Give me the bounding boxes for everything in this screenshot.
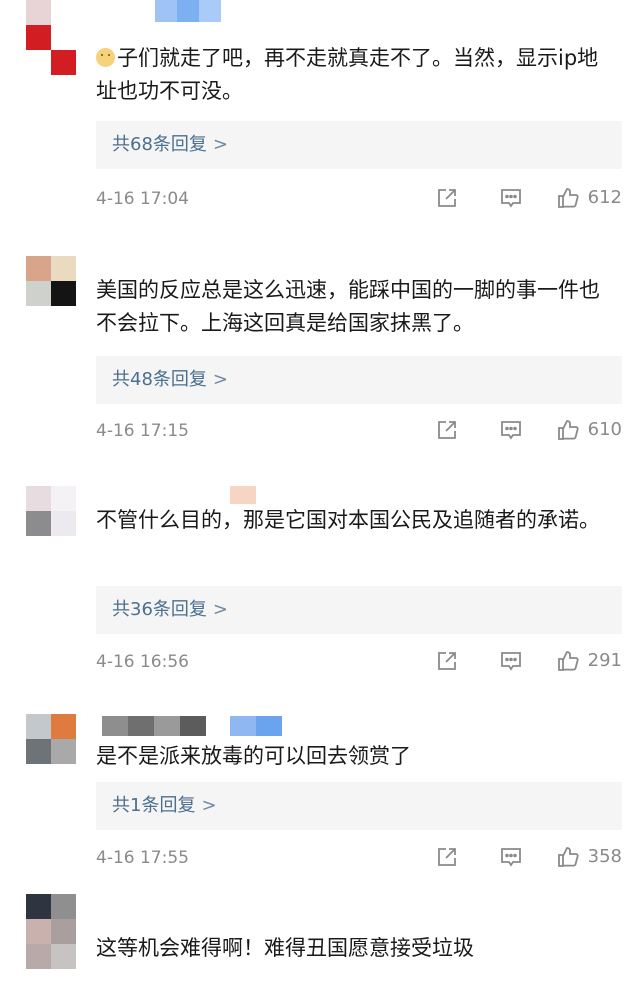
avatar-pixel bbox=[51, 894, 76, 919]
avatar[interactable] bbox=[26, 486, 76, 536]
avatar-pixel bbox=[26, 511, 51, 536]
timestamp: 4-16 17:04 bbox=[96, 189, 189, 209]
comment-icon[interactable] bbox=[499, 845, 523, 869]
reply-box[interactable]: 共68条回复 > bbox=[96, 121, 622, 169]
view-replies-link[interactable]: 共36条回复 > bbox=[112, 598, 228, 622]
chevron-right-icon: > bbox=[212, 599, 228, 620]
timestamp: 4-16 16:56 bbox=[96, 652, 189, 672]
avatar-pixel bbox=[26, 714, 51, 739]
avatar-pixel bbox=[26, 739, 51, 764]
like-count: 610 bbox=[587, 419, 622, 440]
avatar-pixel bbox=[51, 281, 76, 306]
avatar-pixel bbox=[26, 486, 51, 511]
share-icon[interactable] bbox=[435, 649, 459, 673]
reply-box[interactable]: 共36条回复 > bbox=[96, 586, 622, 634]
avatar[interactable] bbox=[26, 714, 76, 764]
avatar-pixel bbox=[26, 919, 51, 944]
reply-count: 共36条回复 bbox=[112, 599, 207, 620]
action-bar: 610 bbox=[435, 418, 622, 442]
avatar[interactable] bbox=[26, 0, 76, 50]
thumbs-up-icon[interactable] bbox=[556, 649, 580, 673]
comment-text-content: 子们就走了吧，再不走就真走不了。当然，显示ip地址也功不可没。 bbox=[96, 46, 599, 103]
reply-count: 共48条回复 bbox=[112, 369, 207, 390]
share-icon[interactable] bbox=[435, 186, 459, 210]
view-replies-link[interactable]: 共68条回复 > bbox=[112, 133, 228, 157]
like-count: 358 bbox=[587, 846, 622, 867]
comment-text: 不管什么目的，那是它国对本国公民及追随者的承诺。 bbox=[96, 508, 600, 532]
avatar-pixel bbox=[26, 281, 51, 306]
thumbs-up-icon[interactable] bbox=[556, 845, 580, 869]
avatar-pixel bbox=[51, 256, 76, 281]
avatar-pixel bbox=[26, 256, 51, 281]
avatar-pixel bbox=[26, 894, 51, 919]
action-bar: 358 bbox=[435, 845, 622, 869]
reply-box[interactable]: 共1条回复 > bbox=[96, 782, 622, 830]
avatar-pixel bbox=[51, 739, 76, 764]
avatar-pixel bbox=[51, 486, 76, 511]
like-count: 612 bbox=[587, 187, 622, 208]
avatar-pixel bbox=[51, 511, 76, 536]
comment-text: 这等机会难得啊！难得丑国愿意接受垃圾 bbox=[96, 936, 474, 960]
timestamp: 4-16 17:15 bbox=[96, 421, 189, 441]
avatar-pixel bbox=[51, 714, 76, 739]
timestamp: 4-16 17:55 bbox=[96, 848, 189, 868]
avatar[interactable] bbox=[26, 256, 76, 306]
comment-text: 美国的反应总是这么迅速，能踩中国的一脚的事一件也不会拉下。上海这回真是给国家抹黑… bbox=[96, 278, 600, 335]
avatar-pixel bbox=[51, 0, 76, 25]
avatar-fragment bbox=[51, 50, 76, 75]
avatar-pixel bbox=[51, 944, 76, 969]
comment-icon[interactable] bbox=[499, 418, 523, 442]
chevron-right-icon: > bbox=[212, 134, 228, 155]
view-replies-link[interactable]: 共48条回复 > bbox=[112, 368, 228, 392]
thumbs-up-icon[interactable] bbox=[556, 418, 580, 442]
comment-text: 子们就走了吧，再不走就真走不了。当然，显示ip地址也功不可没。 bbox=[96, 42, 618, 108]
avatar-pixel bbox=[51, 25, 76, 50]
comment-icon[interactable] bbox=[499, 186, 523, 210]
share-icon[interactable] bbox=[435, 845, 459, 869]
like-count: 291 bbox=[587, 650, 622, 671]
username-redacted bbox=[230, 486, 256, 504]
action-bar: 612 bbox=[435, 186, 622, 210]
share-icon[interactable] bbox=[435, 418, 459, 442]
avatar-pixel bbox=[51, 919, 76, 944]
action-bar: 291 bbox=[435, 649, 622, 673]
avatar-pixel bbox=[26, 944, 51, 969]
avatar[interactable] bbox=[26, 894, 76, 969]
username-redacted bbox=[155, 0, 221, 22]
chevron-right-icon: > bbox=[201, 795, 217, 816]
chevron-right-icon: > bbox=[212, 369, 228, 390]
comment-icon[interactable] bbox=[499, 649, 523, 673]
username-redacted bbox=[102, 716, 206, 736]
emoji-icon bbox=[96, 48, 115, 67]
view-replies-link[interactable]: 共1条回复 > bbox=[112, 794, 217, 818]
avatar-pixel bbox=[26, 25, 51, 50]
reply-count: 共1条回复 bbox=[112, 795, 196, 816]
reply-count: 共68条回复 bbox=[112, 134, 207, 155]
thumbs-up-icon[interactable] bbox=[556, 186, 580, 210]
comment-text: 是不是派来放毒的可以回去领赏了 bbox=[96, 744, 411, 768]
reply-box[interactable]: 共48条回复 > bbox=[96, 356, 622, 404]
badge-redacted bbox=[230, 716, 282, 736]
avatar-pixel bbox=[26, 0, 51, 25]
